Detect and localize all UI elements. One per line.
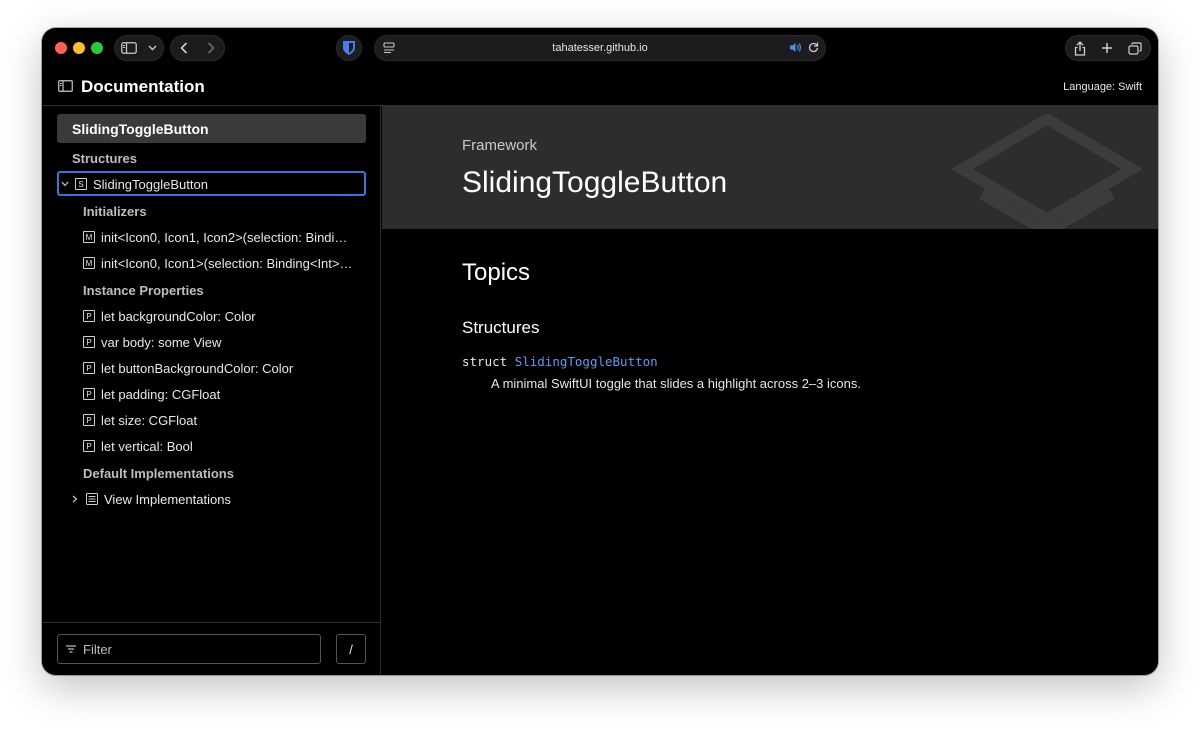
forward-icon[interactable] <box>207 42 215 54</box>
close-window-button[interactable] <box>55 42 67 54</box>
sidebar-item-label: let padding: CGFloat <box>101 386 221 402</box>
sidebar-item-slidingtogglebutton[interactable]: S SlidingToggleButton <box>42 171 381 197</box>
bitwarden-extension-button[interactable] <box>336 35 362 61</box>
property-badge-icon: P <box>83 414 95 426</box>
sidebar-heading-initializers: Initializers <box>83 203 147 219</box>
sidebar-item-property[interactable]: P let size: CGFloat <box>42 407 381 433</box>
browser-toolbar: tahatesser.github.io <box>42 28 1158 68</box>
documentation-title[interactable]: Documentation <box>81 77 205 97</box>
sidebar-item-initializer[interactable]: M init<Icon0, Icon1>(selection: Binding<… <box>42 250 381 276</box>
hero-banner: Framework SlidingToggleButton <box>382 106 1158 229</box>
back-icon[interactable] <box>180 42 188 54</box>
minimize-window-button[interactable] <box>73 42 85 54</box>
navigation-buttons <box>170 35 225 61</box>
main-content: Topics Structures struct SlidingToggleBu… <box>382 229 1158 675</box>
sidebar-item-label: init<Icon0, Icon1>(selection: Binding<In… <box>101 255 353 271</box>
sidebar-item-label: let vertical: Bool <box>101 438 193 454</box>
collection-icon <box>86 493 98 505</box>
topics-heading: Topics <box>462 259 531 286</box>
chevron-down-icon[interactable] <box>61 181 71 187</box>
sidebar-root-item[interactable]: SlidingToggleButton <box>57 114 366 143</box>
structure-abstract: A minimal SwiftUI toggle that slides a h… <box>491 376 861 391</box>
sidebar-heading-instance-properties: Instance Properties <box>83 282 204 298</box>
property-badge-icon: P <box>83 310 95 322</box>
sidebar-heading-default-implementations: Default Implementations <box>83 465 234 481</box>
url-text: tahatesser.github.io <box>552 42 648 54</box>
share-icon[interactable] <box>1074 40 1086 56</box>
page-eyebrow: Framework <box>462 137 538 154</box>
documentation-header: Documentation Language: Swift <box>42 68 1158 106</box>
sidebar-heading-structures: Structures <box>72 150 138 166</box>
filter-input[interactable]: Filter <box>57 634 321 664</box>
browser-window: tahatesser.github.io Documentation Langu… <box>42 28 1158 675</box>
sidebar-item-view-implementations[interactable]: View Implementations <box>42 486 381 512</box>
structure-badge-icon: S <box>75 178 87 190</box>
sidebar-item-property[interactable]: P let padding: CGFloat <box>42 381 381 407</box>
sidebar-item-label: let backgroundColor: Color <box>101 308 256 324</box>
sidebar-item-label: SlidingToggleButton <box>93 176 208 192</box>
address-bar[interactable]: tahatesser.github.io <box>374 35 826 61</box>
property-badge-icon: P <box>83 336 95 348</box>
sidebar-item-initializer[interactable]: M init<Icon0, Icon1, Icon2>(selection: B… <box>42 224 381 250</box>
chevron-right-icon[interactable] <box>72 495 82 503</box>
structures-heading: Structures <box>462 318 540 337</box>
page-title: SlidingToggleButton <box>462 166 728 199</box>
sidebar-item-label: View Implementations <box>104 491 231 507</box>
chevron-down-icon <box>148 45 157 51</box>
tabs-icon[interactable] <box>1128 41 1142 55</box>
reload-icon[interactable] <box>808 41 819 53</box>
property-badge-icon: P <box>83 362 95 374</box>
sidebar-item-property[interactable]: P let vertical: Bool <box>42 433 381 459</box>
sidebar-item-property[interactable]: P let buttonBackgroundColor: Color <box>42 355 381 381</box>
zoom-window-button[interactable] <box>91 42 103 54</box>
method-badge-icon: M <box>83 231 95 243</box>
framework-icon <box>952 114 1142 229</box>
sidebar-toggle-icon <box>120 42 137 54</box>
plus-icon[interactable] <box>1101 42 1113 54</box>
sidebar-toggle-button[interactable] <box>114 35 164 61</box>
sidebar-item-label: let buttonBackgroundColor: Color <box>101 360 294 376</box>
filter-shortcut-button[interactable]: / <box>336 634 366 664</box>
structure-link[interactable]: SlidingToggleButton <box>515 354 658 369</box>
sidebar-item-property[interactable]: P var body: some View <box>42 329 381 355</box>
sidebar-item-label: var body: some View <box>101 334 222 350</box>
sidebar-item-property[interactable]: P let backgroundColor: Color <box>42 303 381 329</box>
language-selector[interactable]: Language: Swift <box>1063 81 1142 93</box>
sidebar-item-label: init<Icon0, Icon1, Icon2>(selection: Bin… <box>101 229 348 245</box>
sidebar-toggle-icon[interactable] <box>58 80 73 92</box>
declaration-keyword: struct <box>462 354 508 369</box>
browser-actions <box>1065 35 1151 61</box>
bitwarden-shield-icon <box>342 40 356 56</box>
speaker-icon[interactable] <box>789 42 802 53</box>
declaration: struct SlidingToggleButton <box>462 354 658 369</box>
filter-icon <box>66 645 76 653</box>
sidebar-item-label: let size: CGFloat <box>101 412 198 428</box>
property-badge-icon: P <box>83 440 95 452</box>
page-menu-icon[interactable] <box>383 42 395 54</box>
filter-area: Filter / <box>42 622 381 675</box>
navigator-sidebar: SlidingToggleButton Structures S Sliding… <box>42 106 381 675</box>
filter-placeholder: Filter <box>83 641 112 657</box>
property-badge-icon: P <box>83 388 95 400</box>
method-badge-icon: M <box>83 257 95 269</box>
